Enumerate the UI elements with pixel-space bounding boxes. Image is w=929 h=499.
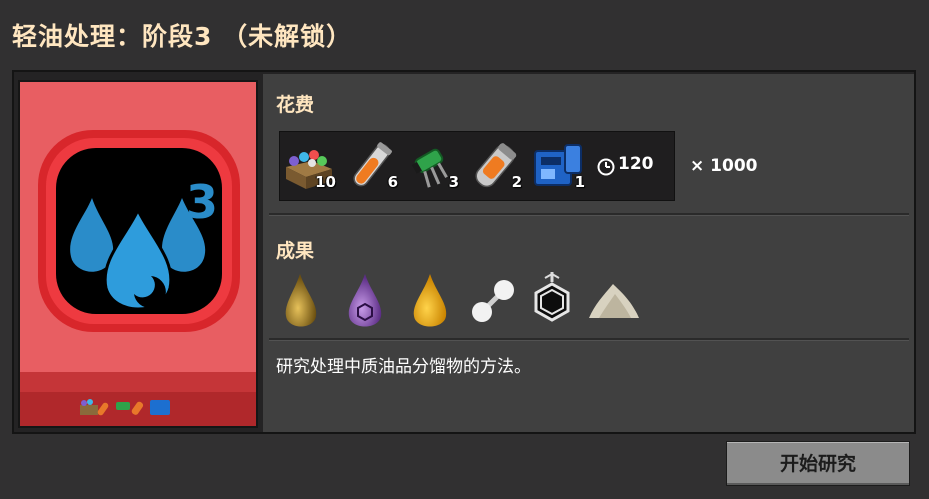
heavy-oil-drop-icon [285, 274, 317, 327]
effect-item[interactable] [276, 270, 336, 332]
details-panel [263, 74, 914, 432]
ingredient-slot[interactable]: 3 [405, 139, 459, 193]
ingredient-count: 10 [315, 173, 336, 191]
effect-item[interactable] [525, 270, 585, 332]
effect-item[interactable] [464, 270, 524, 332]
research-time-value: 120 [618, 154, 654, 174]
ingredient-count: 3 [448, 173, 459, 191]
effects-label: 成果 [276, 240, 315, 262]
effect-item[interactable] [585, 270, 645, 332]
light-oil-drop-icon [413, 274, 447, 327]
clock-icon [597, 158, 615, 176]
card-band [20, 372, 256, 392]
divider [269, 338, 909, 341]
molecule-icon [472, 280, 514, 322]
light-oil-processing-icon: 3 [38, 130, 240, 332]
start-research-button[interactable]: 开始研究 [726, 441, 910, 486]
effect-item[interactable] [404, 270, 464, 332]
effect-item[interactable] [339, 270, 399, 332]
ingredient-slot[interactable]: 1 [531, 139, 585, 193]
research-count: × 1000 [690, 156, 758, 176]
ingredient-count: 1 [574, 173, 585, 191]
title-bar: 轻油处理：阶段3 （未解锁） [0, 0, 929, 70]
purple-fluid-drop-icon [348, 274, 382, 327]
technology-card[interactable]: 3 [18, 80, 258, 428]
ingredient-slot[interactable]: 10 [282, 139, 336, 193]
mini-ingredients-icon [80, 399, 170, 416]
ingredient-slot[interactable]: 6 [344, 139, 398, 193]
ingredient-slot[interactable]: 2 [468, 139, 522, 193]
window-title: 轻油处理：阶段3 （未解锁） [12, 22, 353, 51]
divider [269, 213, 909, 216]
powder-pile-icon [589, 284, 639, 318]
cost-label: 花费 [276, 94, 315, 116]
tech-badge: 3 [186, 175, 218, 229]
ingredient-count: 2 [511, 173, 522, 191]
benzene-ring-icon [534, 272, 570, 322]
tech-description: 研究处理中质油品分馏物的方法。 [276, 357, 531, 377]
ingredient-count: 6 [387, 173, 398, 191]
